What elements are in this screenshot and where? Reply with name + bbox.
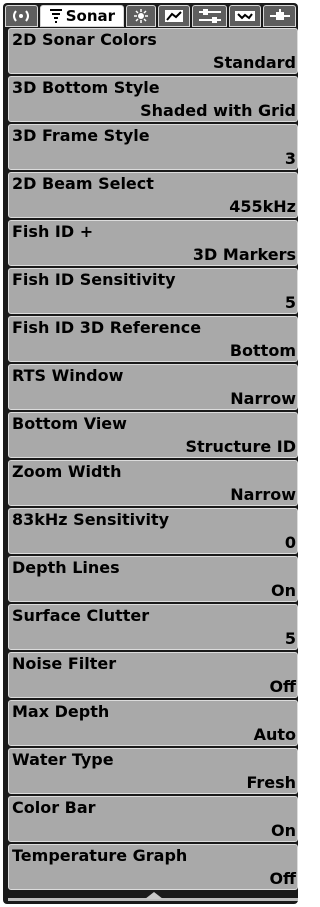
- menu-item-value: Bottom: [229, 341, 296, 360]
- menu-item-label: Fish ID +: [12, 222, 94, 241]
- menu-item-value: 455kHz: [229, 197, 296, 216]
- tab-radio[interactable]: [5, 5, 38, 27]
- menu-item-label: 3D Bottom Style: [12, 78, 160, 97]
- menu-item-value: 0: [284, 533, 296, 552]
- menu-item-label: Fish ID Sensitivity: [12, 270, 176, 289]
- menu-item-depth-lines[interactable]: Depth Lines On: [8, 556, 298, 602]
- menu-item-83khz-sensitivity[interactable]: 83kHz Sensitivity 0: [8, 508, 298, 554]
- menu-item-color-bar[interactable]: Color Bar On: [8, 796, 298, 842]
- menu-item-label: Temperature Graph: [12, 846, 188, 865]
- menu-item-value: 3: [284, 149, 296, 168]
- menu-item-label: Noise Filter: [12, 654, 117, 673]
- menu-item-max-depth[interactable]: Max Depth Auto: [8, 700, 298, 746]
- sliders-icon: [198, 9, 221, 23]
- menu-item-value: Fresh: [246, 773, 296, 792]
- menu-item-label: 83kHz Sensitivity: [12, 510, 170, 529]
- menu-item-value: On: [271, 821, 296, 840]
- menu-item-value: Shaded with Grid: [140, 101, 296, 120]
- menu-item-bottom-view[interactable]: Bottom View Structure ID: [8, 412, 298, 458]
- menu-item-3d-bottom-style[interactable]: 3D Bottom Style Shaded with Grid: [8, 76, 298, 122]
- tab-bar: Sonar: [5, 5, 296, 27]
- tab-accessories[interactable]: [228, 5, 262, 27]
- menu-item-2d-sonar-colors[interactable]: 2D Sonar Colors Standard: [8, 28, 298, 74]
- menu-item-label: 2D Beam Select: [12, 174, 154, 193]
- menu-item-value: Structure ID: [185, 437, 296, 456]
- menu-item-fish-id-sensitivity[interactable]: Fish ID Sensitivity 5: [8, 268, 298, 314]
- menu-item-water-type[interactable]: Water Type Fresh: [8, 748, 298, 794]
- tab-navigation[interactable]: [126, 5, 156, 27]
- menu-item-value: Narrow: [230, 389, 296, 408]
- menu-item-value: On: [271, 581, 296, 600]
- menu-item-value: Narrow: [230, 485, 296, 504]
- menu-item-3d-frame-style[interactable]: 3D Frame Style 3: [8, 124, 298, 170]
- menu-item-value: Standard: [213, 53, 296, 72]
- menu-item-value: Off: [269, 677, 296, 696]
- menu-item-label: Depth Lines: [12, 558, 120, 577]
- tab-sonar[interactable]: Sonar: [39, 5, 125, 27]
- tab-network[interactable]: [263, 5, 296, 27]
- menu-item-value: Off: [269, 869, 296, 888]
- menu-item-value: 5: [284, 629, 296, 648]
- menu-item-label: Water Type: [12, 750, 114, 769]
- menu-item-noise-filter[interactable]: Noise Filter Off: [8, 652, 298, 698]
- menu-item-rts-window[interactable]: RTS Window Narrow: [8, 364, 298, 410]
- menu-item-value: Auto: [253, 725, 296, 744]
- menu-item-value: 3D Markers: [192, 245, 296, 264]
- radio-icon: [13, 10, 30, 22]
- chart-map-icon: [165, 10, 184, 22]
- menu-item-label: RTS Window: [12, 366, 124, 385]
- tab-sonar-label: Sonar: [65, 7, 116, 25]
- menu-item-fish-id-3d-reference[interactable]: Fish ID 3D Reference Bottom: [8, 316, 298, 362]
- menu-item-label: Color Bar: [12, 798, 96, 817]
- menu-item-label: Fish ID 3D Reference: [12, 318, 202, 337]
- menu-item-label: 2D Sonar Colors: [12, 30, 157, 49]
- accessories-icon: [235, 11, 256, 21]
- menu-item-surface-clutter[interactable]: Surface Clutter 5: [8, 604, 298, 650]
- menu-item-value: 5: [284, 293, 296, 312]
- tab-chart[interactable]: [157, 5, 191, 27]
- scroll-up-arrow-icon[interactable]: [145, 892, 163, 899]
- sonar-menu-list: 2D Sonar Colors Standard 3D Bottom Style Sh…: [8, 28, 298, 892]
- menu-item-temperature-graph[interactable]: Temperature Graph Off: [8, 844, 298, 890]
- network-icon: [269, 9, 290, 20]
- scroll-indicator[interactable]: [8, 892, 298, 902]
- menu-item-zoom-width[interactable]: Zoom Width Narrow: [8, 460, 298, 506]
- menu-item-label: Surface Clutter: [12, 606, 150, 625]
- menu-item-label: Zoom Width: [12, 462, 122, 481]
- menu-item-label: 3D Frame Style: [12, 126, 150, 145]
- menu-item-label: Bottom View: [12, 414, 127, 433]
- tab-settings[interactable]: [192, 5, 227, 27]
- menu-item-fish-id[interactable]: Fish ID + 3D Markers: [8, 220, 298, 266]
- menu-item-label: Max Depth: [12, 702, 110, 721]
- navigation-icon: [134, 9, 149, 23]
- sonar-icon: [49, 9, 62, 23]
- menu-item-2d-beam-select[interactable]: 2D Beam Select 455kHz: [8, 172, 298, 218]
